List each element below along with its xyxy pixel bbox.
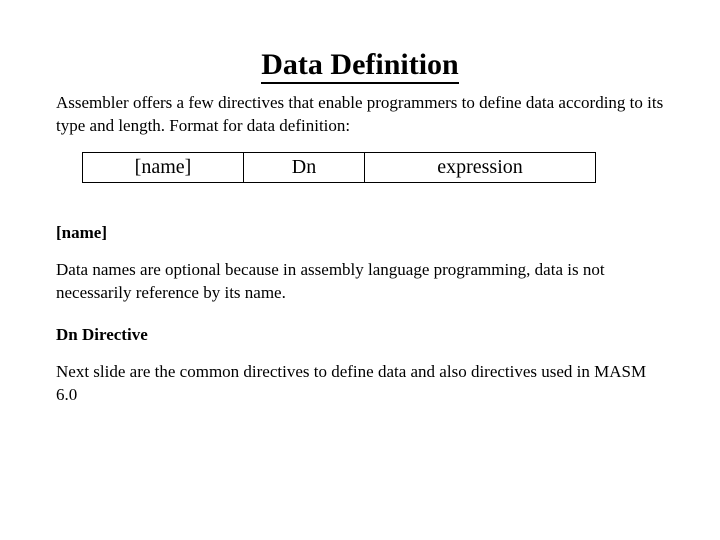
section-heading-name: [name] <box>56 223 664 243</box>
page-title: Data Definition <box>261 48 459 84</box>
table-row: [name] Dn expression <box>83 152 596 182</box>
format-cell-name: [name] <box>83 152 244 182</box>
slide-content: Data Definition Assembler offers a few d… <box>0 0 720 455</box>
format-table: [name] Dn expression <box>82 152 596 183</box>
section-heading-dn: Dn Directive <box>56 325 664 345</box>
format-cell-dn: Dn <box>244 152 365 182</box>
intro-text: Assembler offers a few directives that e… <box>56 92 664 138</box>
title-wrap: Data Definition <box>56 48 664 86</box>
section-body-dn: Next slide are the common directives to … <box>56 361 664 407</box>
format-cell-expression: expression <box>365 152 596 182</box>
section-body-name: Data names are optional because in assem… <box>56 259 664 305</box>
